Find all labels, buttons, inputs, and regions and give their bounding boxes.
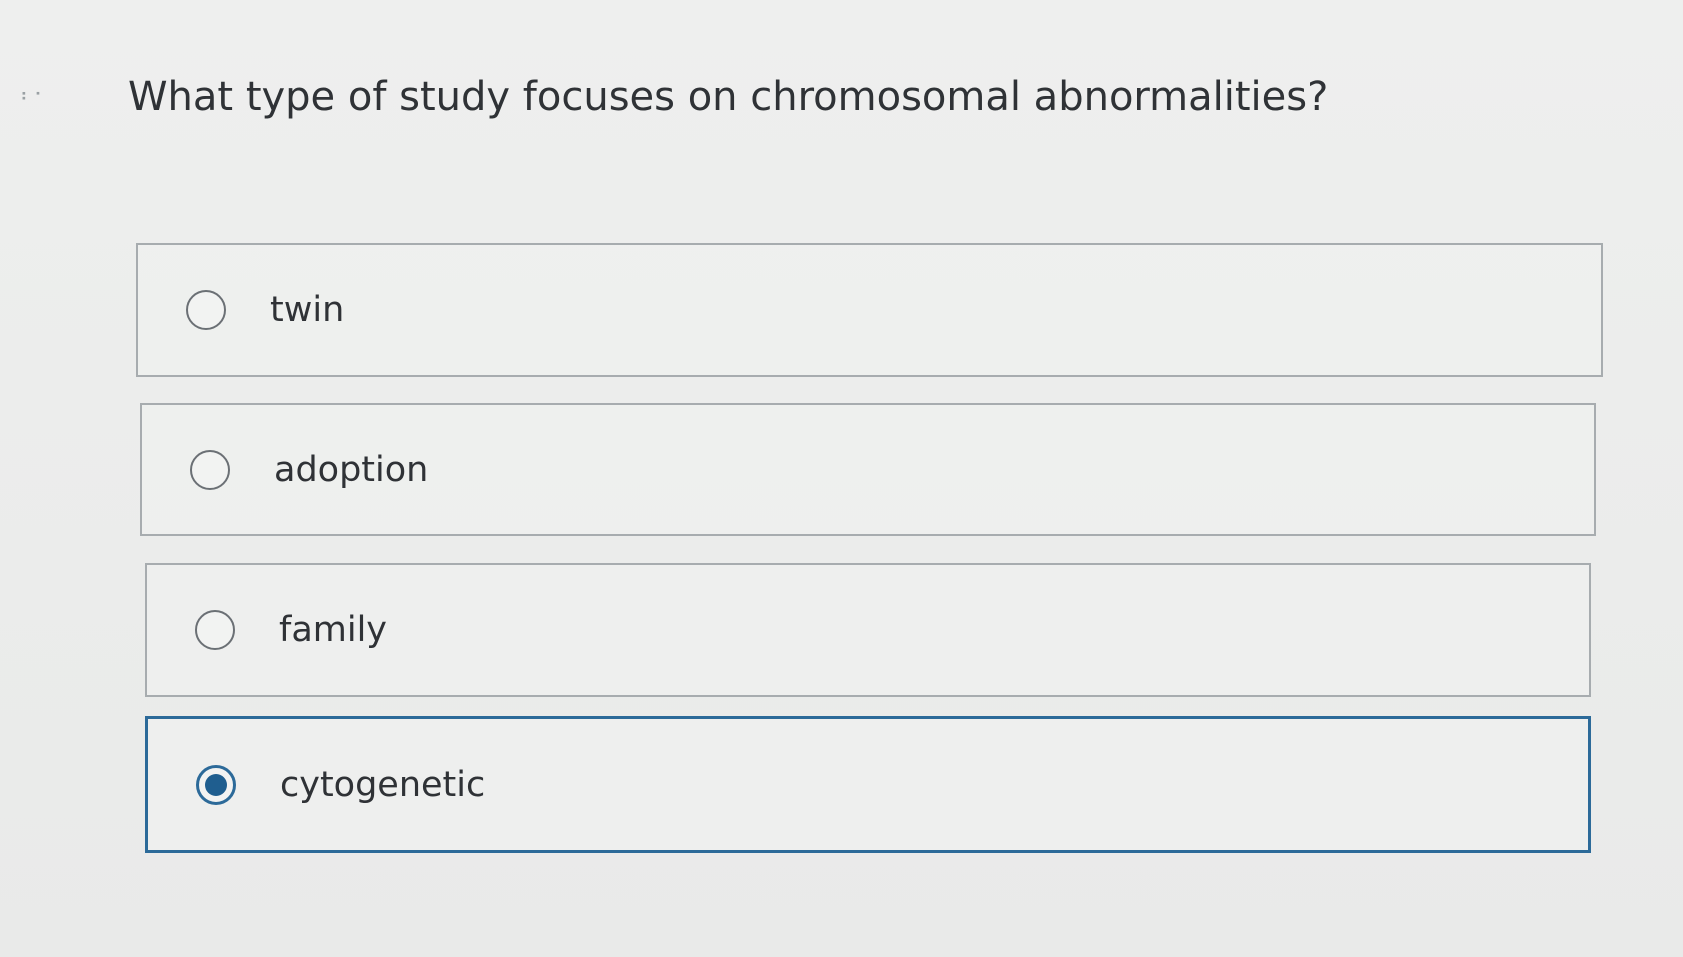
radio-button-twin[interactable] (186, 290, 226, 330)
choice-label-twin: twin (270, 290, 345, 330)
answer-choices: twin adoption family cytogenetic (0, 0, 1683, 957)
choice-family[interactable]: family (145, 563, 1591, 697)
choice-adoption[interactable]: adoption (140, 403, 1596, 536)
radio-button-adoption[interactable] (190, 449, 230, 490)
choice-twin[interactable]: twin (136, 243, 1603, 377)
choice-label-adoption: adoption (274, 449, 429, 490)
radio-button-family[interactable] (195, 610, 235, 650)
radio-selected-dot-icon (205, 773, 227, 796)
choice-label-cytogenetic: cytogenetic (280, 764, 486, 805)
radio-button-cytogenetic[interactable] (196, 764, 236, 805)
choice-cytogenetic[interactable]: cytogenetic (145, 716, 1591, 853)
quiz-page: ⠃⠁ What type of study focuses on chromos… (0, 0, 1683, 957)
choice-label-family: family (279, 610, 388, 650)
